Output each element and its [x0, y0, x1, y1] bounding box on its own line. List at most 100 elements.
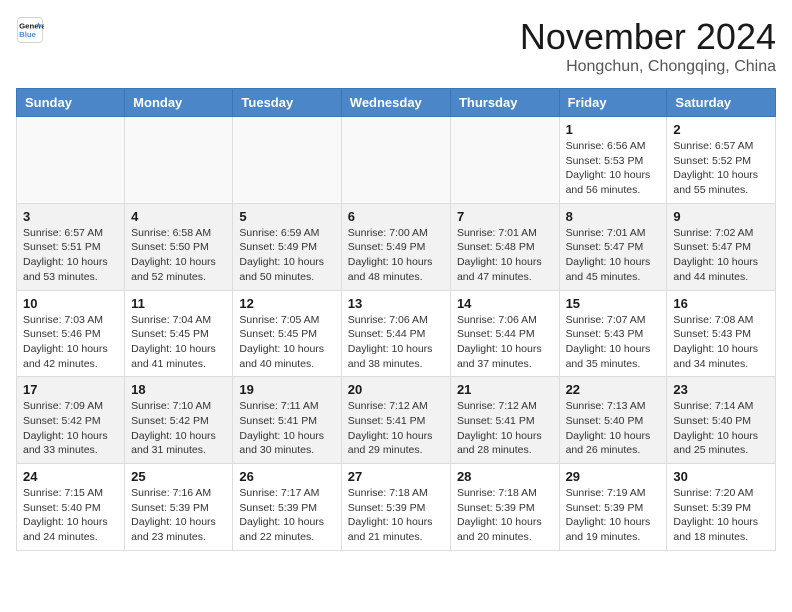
calendar-cell: 5Sunrise: 6:59 AM Sunset: 5:49 PM Daylig… — [233, 203, 341, 290]
day-info: Sunrise: 7:05 AM Sunset: 5:45 PM Dayligh… — [239, 313, 334, 372]
day-info: Sunrise: 7:08 AM Sunset: 5:43 PM Dayligh… — [673, 313, 769, 372]
page-header: General Blue General Blue November 2024 … — [16, 16, 776, 76]
day-info: Sunrise: 7:13 AM Sunset: 5:40 PM Dayligh… — [566, 399, 661, 458]
day-info: Sunrise: 7:03 AM Sunset: 5:46 PM Dayligh… — [23, 313, 118, 372]
day-number: 6 — [348, 209, 444, 224]
day-info: Sunrise: 7:06 AM Sunset: 5:44 PM Dayligh… — [457, 313, 553, 372]
day-number: 23 — [673, 382, 769, 397]
calendar-week-row: 17 Sunrise: 7:09 AM Sunset: 5:42 PM Dayli… — [17, 377, 776, 464]
day-info: Sunrise: 7:10 AM Sunset: 5:42 PM Dayligh… — [131, 399, 226, 458]
calendar-cell: 1 Sunrise: 6:56 AM Sunset: 5:53 PM Daylig… — [559, 117, 667, 204]
day-info: Sunrise: 7:09 AM Sunset: 5:42 PM Dayligh… — [23, 399, 118, 458]
calendar-cell: 4 Sunrise: 6:58 AM Sunset: 5:50 PM Daylig… — [125, 203, 233, 290]
calendar-cell: 16 Sunrise: 7:08 AM Sunset: 5:43 PM Dayli… — [667, 290, 776, 377]
day-number: 19 — [239, 382, 334, 397]
calendar-cell: 12 Sunrise: 7:05 AM Sunset: 5:45 PM Dayli… — [233, 290, 341, 377]
calendar-cell: 29 Sunrise: 7:19 AM Sunset: 5:39 PM Dayli… — [559, 464, 667, 551]
day-number: 25 — [131, 469, 226, 484]
day-info: Sunrise: 7:01 AM Sunset: 5:47 PM Dayligh… — [566, 226, 661, 285]
calendar-cell: 15Sunrise: 7:07 AM Sunset: 5:43 PM Dayli… — [559, 290, 667, 377]
day-number: 29 — [566, 469, 661, 484]
col-wednesday: Wednesday — [341, 89, 450, 117]
day-info: Sunrise: 7:17 AM Sunset: 5:39 PM Dayligh… — [239, 486, 334, 545]
calendar-cell: 11Sunrise: 7:04 AM Sunset: 5:45 PM Dayli… — [125, 290, 233, 377]
day-number: 30 — [673, 469, 769, 484]
month-title: November 2024 — [520, 16, 776, 58]
day-info: Sunrise: 7:11 AM Sunset: 5:41 PM Dayligh… — [239, 399, 334, 458]
day-number: 16 — [673, 296, 769, 311]
calendar-cell — [125, 117, 233, 204]
day-number: 9 — [673, 209, 769, 224]
logo-icon: General Blue — [16, 16, 44, 44]
day-info: Sunrise: 6:57 AM Sunset: 5:51 PM Dayligh… — [23, 226, 118, 285]
day-number: 28 — [457, 469, 553, 484]
calendar-header-row: Sunday Monday Tuesday Wednesday Thursday… — [17, 89, 776, 117]
day-number: 21 — [457, 382, 553, 397]
day-info: Sunrise: 6:58 AM Sunset: 5:50 PM Dayligh… — [131, 226, 226, 285]
calendar-week-row: 24 Sunrise: 7:15 AM Sunset: 5:40 PM Dayli… — [17, 464, 776, 551]
calendar-cell — [17, 117, 125, 204]
title-section: November 2024 Hongchun, Chongqing, China — [520, 16, 776, 76]
calendar-cell: 27 Sunrise: 7:18 AM Sunset: 5:39 PM Dayli… — [341, 464, 450, 551]
calendar-cell: 17 Sunrise: 7:09 AM Sunset: 5:42 PM Dayli… — [17, 377, 125, 464]
day-info: Sunrise: 6:57 AM Sunset: 5:52 PM Dayligh… — [673, 139, 769, 198]
calendar-cell: 26 Sunrise: 7:17 AM Sunset: 5:39 PM Dayli… — [233, 464, 341, 551]
day-number: 15 — [566, 296, 661, 311]
day-info: Sunrise: 6:59 AM Sunset: 5:49 PM Dayligh… — [239, 226, 334, 285]
col-thursday: Thursday — [450, 89, 559, 117]
day-number: 27 — [348, 469, 444, 484]
day-info: Sunrise: 7:16 AM Sunset: 5:39 PM Dayligh… — [131, 486, 226, 545]
day-number: 2 — [673, 122, 769, 137]
day-number: 17 — [23, 382, 118, 397]
calendar-cell: 24 Sunrise: 7:15 AM Sunset: 5:40 PM Dayli… — [17, 464, 125, 551]
calendar-cell: 28 Sunrise: 7:18 AM Sunset: 5:39 PM Dayli… — [450, 464, 559, 551]
calendar-cell — [341, 117, 450, 204]
day-info: Sunrise: 7:19 AM Sunset: 5:39 PM Dayligh… — [566, 486, 661, 545]
calendar-week-row: 3 Sunrise: 6:57 AM Sunset: 5:51 PM Daylig… — [17, 203, 776, 290]
day-number: 18 — [131, 382, 226, 397]
day-number: 11 — [131, 296, 226, 311]
calendar-cell: 21Sunrise: 7:12 AM Sunset: 5:41 PM Dayli… — [450, 377, 559, 464]
day-number: 14 — [457, 296, 553, 311]
day-info: Sunrise: 7:20 AM Sunset: 5:39 PM Dayligh… — [673, 486, 769, 545]
svg-text:Blue: Blue — [19, 30, 37, 39]
day-info: Sunrise: 7:06 AM Sunset: 5:44 PM Dayligh… — [348, 313, 444, 372]
logo: General Blue General Blue — [16, 16, 44, 44]
calendar-cell: 22 Sunrise: 7:13 AM Sunset: 5:40 PM Dayli… — [559, 377, 667, 464]
calendar-cell — [233, 117, 341, 204]
day-number: 4 — [131, 209, 226, 224]
col-tuesday: Tuesday — [233, 89, 341, 117]
day-number: 8 — [566, 209, 661, 224]
day-info: Sunrise: 6:56 AM Sunset: 5:53 PM Dayligh… — [566, 139, 661, 198]
calendar-cell: 14 Sunrise: 7:06 AM Sunset: 5:44 PM Dayli… — [450, 290, 559, 377]
calendar-cell: 25 Sunrise: 7:16 AM Sunset: 5:39 PM Dayli… — [125, 464, 233, 551]
calendar-cell: 23 Sunrise: 7:14 AM Sunset: 5:40 PM Dayli… — [667, 377, 776, 464]
day-number: 22 — [566, 382, 661, 397]
day-number: 12 — [239, 296, 334, 311]
calendar-cell: 20Sunrise: 7:12 AM Sunset: 5:41 PM Dayli… — [341, 377, 450, 464]
day-number: 13 — [348, 296, 444, 311]
calendar-cell: 30 Sunrise: 7:20 AM Sunset: 5:39 PM Dayli… — [667, 464, 776, 551]
day-info: Sunrise: 7:01 AM Sunset: 5:48 PM Dayligh… — [457, 226, 553, 285]
calendar-week-row: 1 Sunrise: 6:56 AM Sunset: 5:53 PM Daylig… — [17, 117, 776, 204]
day-number: 3 — [23, 209, 118, 224]
day-info: Sunrise: 7:14 AM Sunset: 5:40 PM Dayligh… — [673, 399, 769, 458]
calendar-cell: 3 Sunrise: 6:57 AM Sunset: 5:51 PM Daylig… — [17, 203, 125, 290]
day-info: Sunrise: 7:15 AM Sunset: 5:40 PM Dayligh… — [23, 486, 118, 545]
calendar-cell: 18 Sunrise: 7:10 AM Sunset: 5:42 PM Dayli… — [125, 377, 233, 464]
day-number: 24 — [23, 469, 118, 484]
calendar-cell: 7Sunrise: 7:01 AM Sunset: 5:48 PM Daylig… — [450, 203, 559, 290]
day-number: 1 — [566, 122, 661, 137]
day-info: Sunrise: 7:00 AM Sunset: 5:49 PM Dayligh… — [348, 226, 444, 285]
calendar-cell: 19 Sunrise: 7:11 AM Sunset: 5:41 PM Dayli… — [233, 377, 341, 464]
col-saturday: Saturday — [667, 89, 776, 117]
day-info: Sunrise: 7:18 AM Sunset: 5:39 PM Dayligh… — [457, 486, 553, 545]
day-info: Sunrise: 7:18 AM Sunset: 5:39 PM Dayligh… — [348, 486, 444, 545]
calendar-week-row: 10Sunrise: 7:03 AM Sunset: 5:46 PM Dayli… — [17, 290, 776, 377]
day-number: 26 — [239, 469, 334, 484]
calendar-cell — [450, 117, 559, 204]
calendar-cell: 10Sunrise: 7:03 AM Sunset: 5:46 PM Dayli… — [17, 290, 125, 377]
calendar-cell: 2 Sunrise: 6:57 AM Sunset: 5:52 PM Daylig… — [667, 117, 776, 204]
day-number: 20 — [348, 382, 444, 397]
col-friday: Friday — [559, 89, 667, 117]
